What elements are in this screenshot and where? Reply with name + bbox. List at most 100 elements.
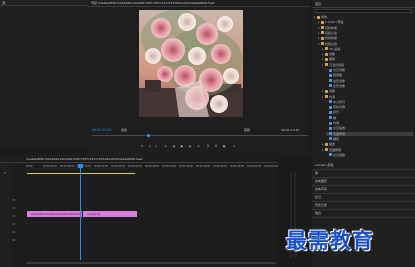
tree-label: 翻页 (333, 136, 340, 141)
transition-icon (329, 132, 332, 136)
video-clip-2[interactable]: aa.mp4 [V] (83, 211, 137, 217)
program-scrub-bar[interactable] (92, 135, 308, 136)
selection-tool-icon[interactable]: ↖ (3, 172, 7, 175)
effects-folder[interactable]: ▸ 划像 (322, 52, 335, 56)
export-frame-icon[interactable]: ◉ (222, 145, 226, 148)
folder-icon (321, 20, 324, 24)
clip-label: aa.mp4 [V] (87, 212, 101, 216)
tree-label: 交叉缩放 (333, 152, 346, 157)
section-divider (312, 193, 415, 194)
effect-item[interactable]: 交叉划像 (326, 68, 345, 72)
mark-out-icon[interactable]: } (154, 145, 158, 148)
tree-label: 交叉缩放 (333, 126, 346, 131)
clip-label: 2da4ab8fdb7ee0492014a43e57d0fc7bf7c3d (31, 212, 85, 216)
tree-label: 视频过渡 (325, 41, 338, 46)
go-to-in-icon[interactable]: ⇤ (164, 145, 168, 148)
watermark-text: 最需教育 (286, 228, 374, 253)
effects-folder[interactable]: ▸ 视频过渡 (318, 42, 337, 46)
effects-folder[interactable]: ▸ 音频效果 (318, 26, 337, 30)
folder-icon (325, 57, 328, 61)
panel-section-tab[interactable]: 基本声音 (315, 187, 327, 191)
track-header-v3[interactable]: V3 (12, 199, 15, 202)
transition-icon (329, 100, 332, 104)
tree-label: 音频效果 (325, 25, 338, 30)
timeline-tab[interactable]: 2da4ab8fdb7ee0492014a43e57d0fc7bf7c3d171… (26, 157, 143, 161)
section-divider (312, 217, 415, 218)
step-back-icon[interactable]: ◂| (172, 145, 176, 148)
effects-folder[interactable]: ▸ 溶解 (322, 89, 335, 93)
effect-item[interactable]: 翻页 (326, 137, 339, 141)
effect-item[interactable]: 交叉缩放 (326, 126, 345, 130)
panel-section-tab[interactable]: 历史记录 (315, 203, 327, 207)
ruler-tick-label: 00;00;36;00 (179, 165, 194, 168)
transition-icon (329, 126, 332, 130)
track-header-a1[interactable]: A1 (12, 223, 15, 226)
work-area-bar[interactable] (27, 173, 135, 174)
panel-section-tab[interactable]: Lumetri 颜色 (315, 163, 334, 167)
timeline-playhead[interactable] (80, 166, 81, 260)
effects-folder[interactable]: ▸ Lumetri 预设 (318, 20, 344, 24)
track-header-v1[interactable]: V1 (12, 215, 15, 218)
effects-folder[interactable]: ▸ 音频过渡 (318, 31, 337, 35)
button-editor-icon[interactable]: + (232, 145, 236, 148)
play-icon[interactable]: ▶ (180, 145, 184, 148)
effects-folder[interactable]: ▸ 内滑 (322, 95, 335, 99)
effects-folder[interactable]: ▸ 擦除 (322, 57, 335, 61)
playhead-marker-icon[interactable] (147, 134, 150, 137)
track-headers: V3 V2 V1 A1 A2 A3 (10, 177, 26, 257)
effects-folder[interactable]: ▸ 视频效果 (318, 36, 337, 40)
folder-icon (325, 148, 328, 151)
effect-item[interactable]: 圆划像 (326, 73, 342, 77)
tree-label: 视频效果 (325, 36, 338, 41)
effect-item[interactable]: 推 (326, 116, 336, 120)
ruler-tick-label: 00;00;04;00 (43, 165, 58, 168)
program-monitor-tab[interactable]: 节目 2da4ab8fdb7ee0492014a43e57d0fc7bf7c3d… (91, 1, 215, 5)
panel-section-tab[interactable]: 库 (315, 171, 318, 175)
panel-sections: Lumetri 颜色库基本图形基本声音标记历史记录信息 (312, 163, 415, 223)
panel-section-tab[interactable]: 信息 (315, 211, 321, 215)
effects-folder[interactable]: ▸ 缩放 (322, 142, 335, 146)
quality-dropdown[interactable]: 完整 (244, 128, 250, 132)
effects-tree: ▸ 特效 ▸ Lumetri 预设 ▸ 音频效果 ▸ 音频过渡 ▸ 视频效果 ▸ 视频过渡 ▸ 3D 运动… (314, 15, 413, 160)
tree-label: Lumetri 预设 (325, 20, 344, 25)
section-divider (312, 169, 415, 170)
track-header-a3[interactable]: A3 (12, 239, 15, 242)
effect-item[interactable]: 盒形划像 (326, 79, 345, 83)
video-clip-1[interactable]: 2da4ab8fdb7ee0492014a43e57d0fc7bf7c3d (27, 211, 85, 217)
effect-item[interactable]: 拆分 (326, 110, 339, 114)
mark-in-icon[interactable]: { (148, 145, 152, 148)
fit-dropdown[interactable]: 适合 (121, 128, 127, 132)
transition-icon (329, 137, 332, 141)
playhead-handle-icon[interactable] (78, 164, 83, 168)
track-header-a2[interactable]: A2 (12, 231, 15, 234)
timeline-scrollbar[interactable] (26, 262, 276, 264)
effect-item[interactable]: 内滑 (326, 121, 339, 125)
transition-icon (329, 68, 332, 72)
add-marker-icon[interactable]: ▾ (140, 145, 144, 148)
effect-item[interactable]: 页面剥落 (326, 131, 413, 136)
extract-icon[interactable]: ⊻ (214, 145, 218, 148)
lift-icon[interactable]: ⊼ (206, 145, 210, 148)
panel-section-tab[interactable]: 标记 (315, 195, 321, 199)
effect-item[interactable]: 交叉缩放 (326, 153, 345, 157)
tree-label: 推 (333, 115, 337, 120)
effects-search-input[interactable] (315, 9, 412, 13)
effects-panel-tab[interactable]: 项目 (315, 2, 321, 6)
tree-label: 溶解 (329, 89, 336, 94)
effect-item[interactable]: 中心拆分 (326, 100, 345, 104)
panel-section-tab[interactable]: 基本图形 (315, 179, 327, 183)
transition-icon (329, 105, 332, 109)
program-timecode-right: 00;01;13;16 (281, 128, 300, 132)
effect-item[interactable]: 带状内滑 (326, 105, 345, 109)
program-timecode-left[interactable]: 00;00;04;00 (92, 128, 111, 132)
go-to-out-icon[interactable]: ⇥ (196, 145, 200, 148)
effects-folder[interactable]: ▸ 特效 (314, 15, 327, 19)
effects-folder[interactable]: ▸ 3D 运动 (322, 47, 340, 51)
track-header-v2[interactable]: V2 (12, 207, 15, 210)
effects-folder[interactable]: ▸ 沉浸式视频 (322, 63, 344, 67)
folder-icon (325, 142, 328, 146)
step-forward-icon[interactable]: |▸ (188, 145, 192, 148)
effect-item[interactable]: 菱形划像 (326, 84, 345, 88)
effects-folder[interactable]: ▸ 页面剥落 (322, 148, 341, 152)
folder-icon (317, 15, 320, 19)
